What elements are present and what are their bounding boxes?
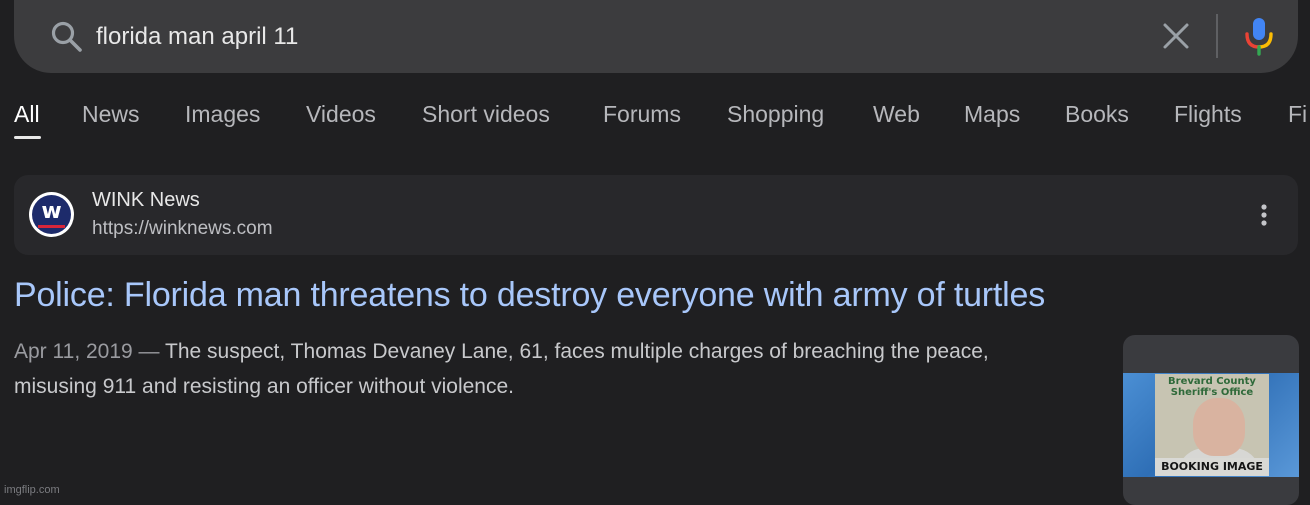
tab-shopping[interactable]: Shopping	[727, 96, 824, 132]
mic-icon[interactable]	[1242, 16, 1276, 56]
thumbnail-header: Brevard County Sheriff's Office	[1168, 376, 1256, 398]
tab-maps[interactable]: Maps	[964, 96, 1020, 132]
tab-web[interactable]: Web	[873, 96, 920, 132]
search-tabs: All News Images Videos Short videos Foru…	[0, 96, 1310, 146]
wink-news-favicon: w	[29, 192, 74, 237]
date-separator: —	[132, 340, 165, 363]
tab-books[interactable]: Books	[1065, 96, 1129, 132]
search-icon[interactable]	[50, 20, 84, 54]
thumbnail-image: Brevard County Sheriff's Office BOOKING …	[1123, 373, 1299, 477]
tab-news[interactable]: News	[82, 96, 140, 132]
mugshot-face	[1193, 398, 1245, 456]
tab-forums[interactable]: Forums	[603, 96, 681, 132]
result-thumbnail[interactable]: Brevard County Sheriff's Office BOOKING …	[1123, 335, 1299, 505]
search-bar[interactable]: florida man april 11	[14, 0, 1298, 73]
active-tab-indicator	[14, 136, 41, 139]
tab-short-videos[interactable]: Short videos	[422, 96, 550, 132]
favicon-letter: w	[41, 199, 62, 224]
source-name: WINK News	[92, 189, 200, 211]
source-url: https://winknews.com	[92, 218, 273, 239]
thumbnail-caption: BOOKING IMAGE	[1155, 458, 1269, 476]
clear-icon[interactable]	[1160, 20, 1192, 52]
tab-finance-partial[interactable]: Fi	[1288, 96, 1307, 132]
result-snippet: Apr 11, 2019 — The suspect, Thomas Devan…	[14, 334, 1064, 404]
more-vert-icon[interactable]	[1254, 203, 1274, 227]
result-date: Apr 11, 2019	[14, 340, 133, 363]
watermark: imgflip.com	[4, 484, 60, 496]
tab-all[interactable]: All	[14, 96, 40, 132]
tab-videos[interactable]: Videos	[306, 96, 376, 132]
search-divider	[1216, 14, 1218, 58]
search-input[interactable]: florida man april 11	[96, 20, 298, 54]
result-source[interactable]: w WINK News https://winknews.com	[14, 175, 1298, 255]
result-title-link[interactable]: Police: Florida man threatens to destroy…	[14, 276, 1045, 315]
tab-images[interactable]: Images	[185, 96, 260, 132]
tab-flights[interactable]: Flights	[1174, 96, 1242, 132]
